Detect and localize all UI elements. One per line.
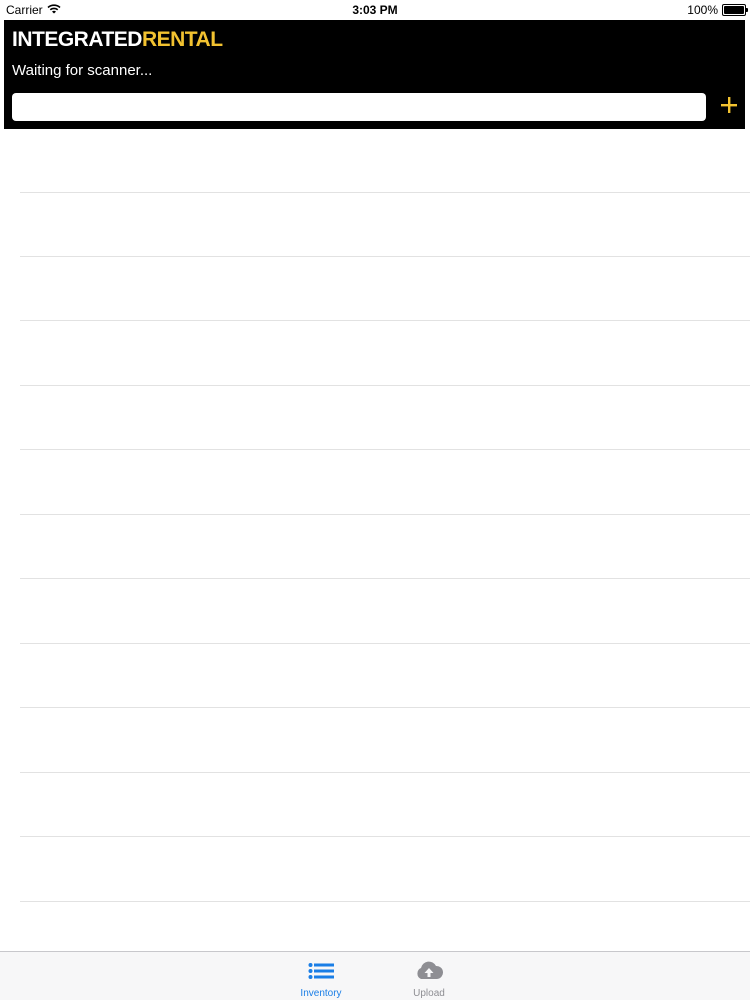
brand-logo-part1: INTEGRATED [12,28,142,51]
tab-upload-label: Upload [413,988,445,999]
list-item[interactable] [20,580,750,644]
list-item[interactable] [20,193,750,257]
list-item[interactable] [20,709,750,773]
list-item[interactable] [20,322,750,386]
cloud-upload-icon [414,960,444,982]
battery-icon [722,4,748,16]
list-item[interactable] [20,644,750,708]
status-bar: Carrier 3:03 PM 100% [0,0,750,20]
list-item[interactable] [20,515,750,579]
tab-inventory[interactable]: Inventory [281,952,361,1000]
list-item[interactable] [20,386,750,450]
tab-inventory-label: Inventory [300,988,342,999]
battery-label: 100% [687,3,718,17]
brand-logo: INTEGRATEDRENTAL [12,28,223,52]
list-item[interactable] [20,773,750,837]
brand-logo-part2: RENTAL [141,28,223,51]
inventory-list [0,129,750,951]
status-right: 100% [687,3,748,17]
list-icon [308,960,334,982]
plus-icon [720,96,738,119]
list-item[interactable] [20,838,750,902]
add-button[interactable] [716,94,742,120]
tab-upload[interactable]: Upload [389,952,469,1000]
scanner-status: Waiting for scanner... [12,62,153,79]
status-time: 3:03 PM [352,3,398,17]
list-item[interactable] [20,451,750,515]
header: INTEGRATEDRENTAL Waiting for scanner... [4,20,745,129]
list-item[interactable] [20,129,750,193]
list-item[interactable] [20,257,750,321]
tab-bar: Inventory Upload [0,951,750,1000]
scan-input[interactable] [12,93,706,121]
